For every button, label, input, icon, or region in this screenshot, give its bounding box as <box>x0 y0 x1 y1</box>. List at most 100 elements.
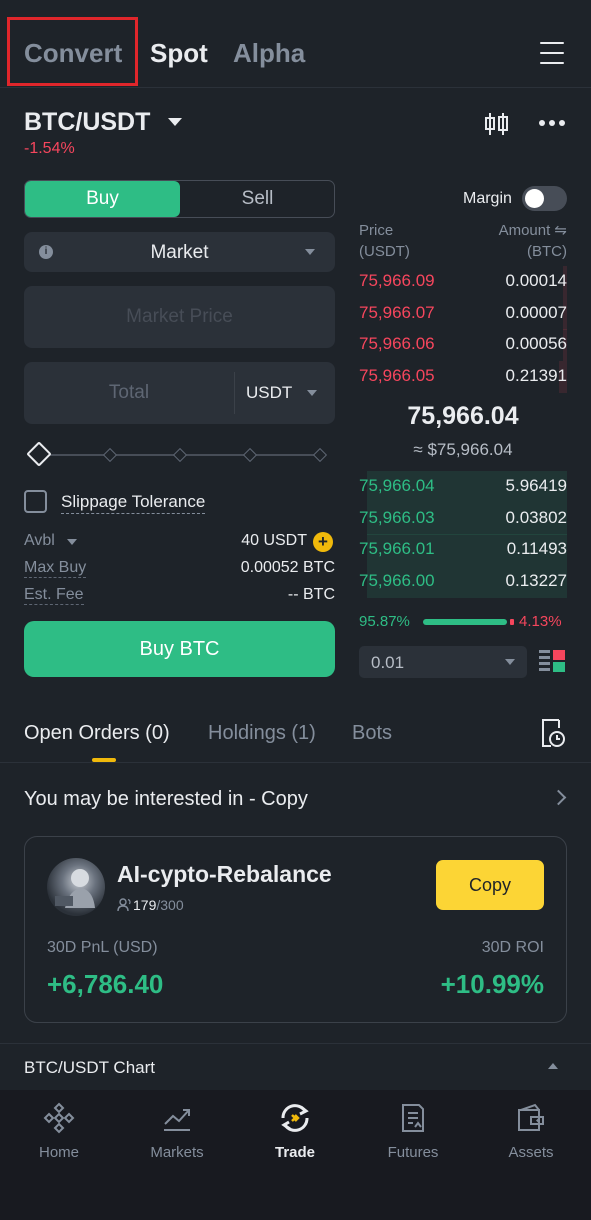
last-price-usd: ≈ $75,966.04 <box>413 440 513 459</box>
bot-name[interactable]: AI-cypto-Rebalance <box>117 861 332 888</box>
toggle-knob <box>525 189 544 208</box>
orderbook-row[interactable]: 75,966.05 0.21391 <box>359 360 567 393</box>
nav-trade[interactable]: Trade <box>236 1102 354 1161</box>
add-funds-icon[interactable]: + <box>313 532 333 552</box>
orderbook-amount: 5.96419 <box>505 476 567 495</box>
orderbook-amount: 0.00056 <box>505 334 567 353</box>
orderbook-row[interactable]: 75,966.03 0.03802 <box>359 502 567 535</box>
orderbook-amount: 0.00007 <box>505 302 567 322</box>
chevron-up-icon[interactable] <box>548 1063 558 1069</box>
nav-home[interactable]: Home <box>0 1102 118 1161</box>
buy-btc-button[interactable]: Buy BTC <box>24 621 335 677</box>
chevron-down-icon[interactable] <box>307 390 317 396</box>
amount-slider-track[interactable] <box>40 447 328 463</box>
candlestick-chart-icon[interactable] <box>484 111 510 137</box>
pnl-value: +6,786.40 <box>47 969 164 999</box>
interest-title[interactable]: You may be interested in - Copy <box>24 788 308 811</box>
roi-value: +10.99% <box>440 969 544 999</box>
orderbook-price: 75,966.03 <box>359 507 435 527</box>
caret-down-icon[interactable] <box>168 118 182 126</box>
nav-futures-label: Futures <box>387 1144 439 1161</box>
tab-bots[interactable]: Bots <box>352 722 392 745</box>
sell-ratio-bar <box>510 619 514 625</box>
slider-node-25[interactable] <box>102 447 118 463</box>
nav-assets[interactable]: Assets <box>472 1102 590 1161</box>
chart-title: BTC/USDT Chart <box>24 1058 155 1077</box>
tab-spot[interactable]: Spot <box>150 38 208 69</box>
total-input[interactable]: Total USDT <box>24 362 335 424</box>
slippage-label[interactable]: Slippage Tolerance <box>61 492 206 514</box>
orderbook-row[interactable]: 75,966.04 5.96419 <box>359 471 567 503</box>
slider-node-50[interactable] <box>172 447 188 463</box>
orderbook-amount: 0.00014 <box>505 271 567 290</box>
markets-icon <box>164 1109 190 1131</box>
users-icon <box>117 898 131 912</box>
followers-current: 179 <box>133 897 157 913</box>
market-price-placeholder: Market Price <box>126 306 233 327</box>
tab-holdings[interactable]: Holdings (1) <box>208 722 316 745</box>
sell-ratio: 4.13% <box>519 613 562 630</box>
active-tab-indicator <box>92 758 116 762</box>
orderbook-row[interactable]: 75,966.06 0.00056 <box>359 329 567 361</box>
last-price[interactable]: 75,966.04 <box>359 402 567 431</box>
slider-node-75[interactable] <box>242 447 258 463</box>
market-price-field: Market Price <box>24 286 335 348</box>
orderbook-row[interactable]: 75,966.00 0.13227 <box>359 565 567 598</box>
avbl-label[interactable]: Avbl <box>24 532 55 550</box>
nav-assets-label: Assets <box>508 1144 554 1161</box>
roi-label: 30D ROI <box>481 939 544 956</box>
sell-tab[interactable]: Sell <box>180 181 335 217</box>
bottom-nav: Home Markets Trade Futures Assets <box>0 1090 591 1220</box>
chevron-down-icon <box>505 659 515 665</box>
orderbook-price: 75,966.07 <box>359 302 435 322</box>
est-fee-label[interactable]: Est. Fee <box>24 586 84 605</box>
total-unit-select[interactable]: USDT <box>246 383 292 403</box>
buy-tab[interactable]: Buy <box>25 181 180 217</box>
chevron-down-icon[interactable] <box>67 539 77 545</box>
price-change: -1.54% <box>24 140 75 157</box>
pnl-label: 30D PnL (USD) <box>47 939 158 956</box>
margin-label: Margin <box>463 190 512 207</box>
nav-trade-label: Trade <box>274 1144 316 1161</box>
slippage-checkbox[interactable] <box>24 490 47 513</box>
tab-alpha[interactable]: Alpha <box>233 38 305 69</box>
wallet-icon <box>518 1103 544 1131</box>
orderbook-price: 75,966.04 <box>359 476 435 495</box>
est-fee-value: -- BTC <box>287 586 335 603</box>
orderbook-row[interactable]: 75,966.07 0.00007 <box>359 297 567 330</box>
order-type-select[interactable]: i Market <box>24 232 335 272</box>
orderbook-layout-icon[interactable] <box>539 650 565 674</box>
copy-button[interactable]: Copy <box>436 860 544 910</box>
orderbook-price: 75,966.00 <box>359 570 435 590</box>
chevron-right-icon[interactable] <box>550 789 567 806</box>
home-icon <box>43 1102 75 1134</box>
amount-header[interactable]: Amount ⇋ (BTC) <box>499 220 567 262</box>
menu-icon[interactable] <box>540 42 564 64</box>
avatar <box>47 858 105 916</box>
followers-max: /300 <box>156 897 184 913</box>
orderbook-price: 75,966.09 <box>359 271 435 290</box>
copy-trader-card[interactable]: AI-cypto-Rebalance 179/300 Copy 30D PnL … <box>24 836 567 1023</box>
avbl-value: 40 USDT <box>241 532 307 549</box>
orders-tab-bar: Open Orders (0) Holdings (1) Bots <box>0 708 591 763</box>
margin-toggle[interactable] <box>522 186 567 211</box>
max-buy-value: 0.00052 BTC <box>240 559 335 576</box>
orderbook-row[interactable]: 75,966.09 0.00014 <box>359 266 567 298</box>
max-buy-label[interactable]: Max Buy <box>24 559 87 578</box>
order-history-icon[interactable] <box>540 718 566 748</box>
top-tab-bar: Convert Spot Alpha <box>0 0 591 88</box>
chart-expander[interactable]: BTC/USDT Chart <box>0 1043 591 1090</box>
orderbook-row[interactable]: 75,966.01 0.11493 <box>359 534 567 566</box>
price-header: Price (USDT) <box>359 222 410 260</box>
nav-futures[interactable]: Futures <box>354 1102 472 1161</box>
more-icon[interactable] <box>538 119 566 127</box>
tick-size-select[interactable]: 0.01 <box>359 646 527 678</box>
orderbook-price: 75,966.01 <box>359 539 435 558</box>
pair-symbol[interactable]: BTC/USDT <box>24 108 150 137</box>
tab-open-orders[interactable]: Open Orders (0) <box>24 722 170 745</box>
tick-size-value: 0.01 <box>371 653 405 672</box>
futures-icon <box>402 1104 424 1132</box>
slider-thumb[interactable] <box>26 441 52 467</box>
slider-node-100[interactable] <box>312 447 328 463</box>
nav-markets[interactable]: Markets <box>118 1102 236 1161</box>
